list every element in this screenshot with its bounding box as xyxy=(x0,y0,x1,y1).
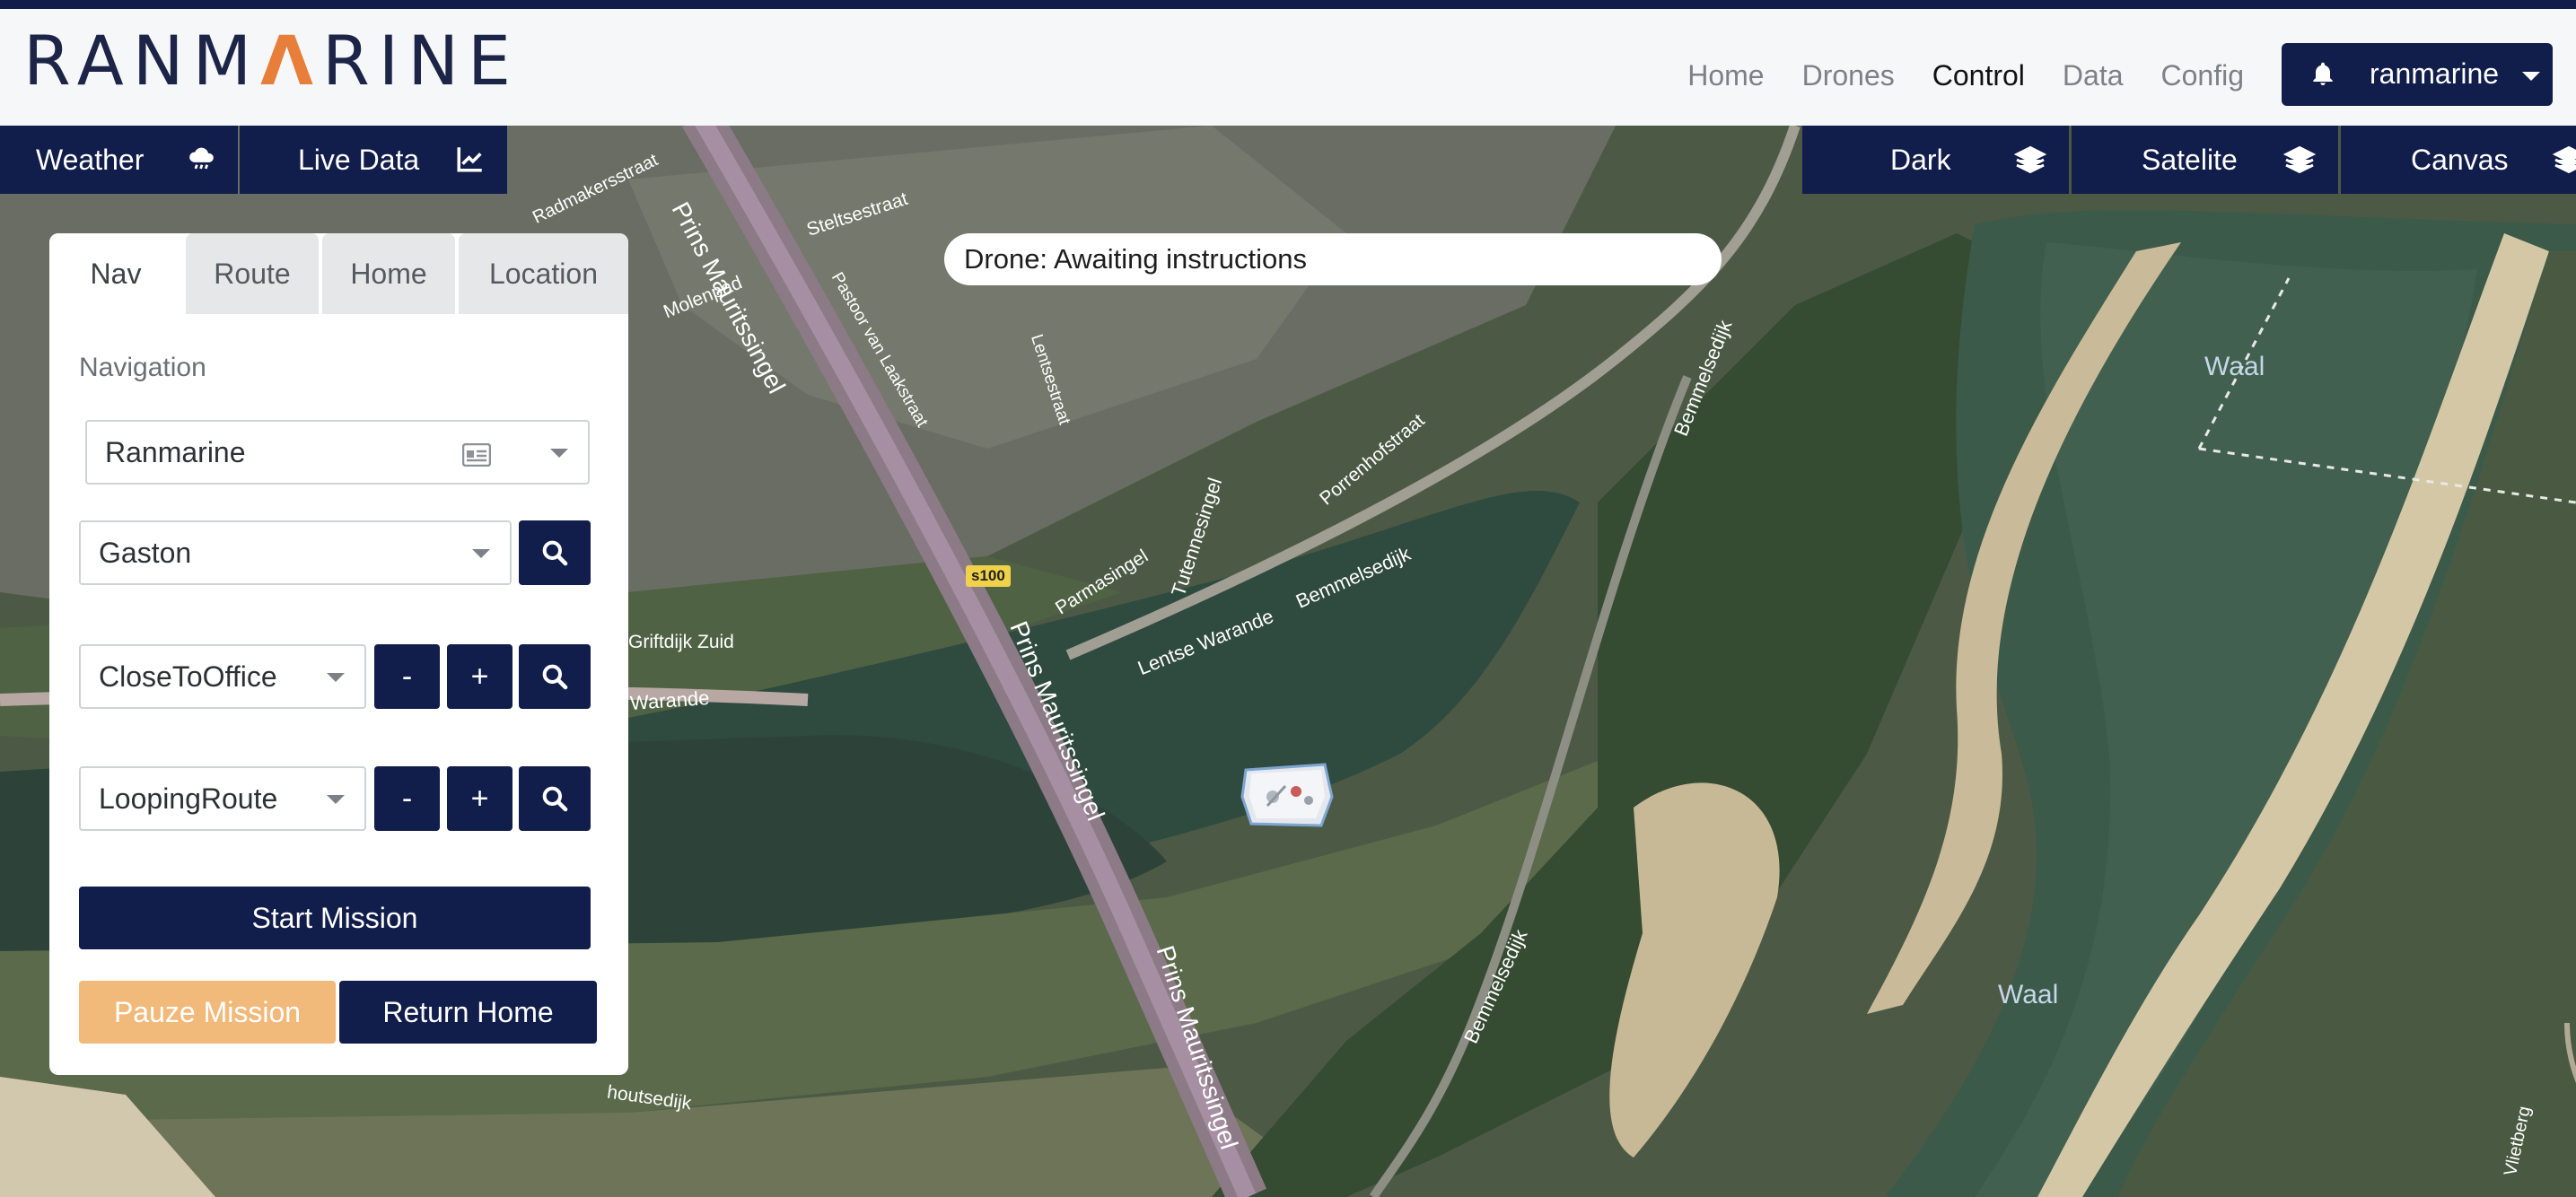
chevron-down-icon xyxy=(2522,72,2540,81)
search-icon xyxy=(542,786,568,812)
nav-config[interactable]: Config xyxy=(2161,57,2245,93)
main-nav: Home Drones Control Data Config ranmarin… xyxy=(1687,43,2576,106)
location-plus-button[interactable]: + xyxy=(447,644,513,709)
chart-line-icon xyxy=(457,147,482,172)
map-label-water: Waal xyxy=(2204,352,2265,381)
layers-icon xyxy=(2014,145,2046,174)
return-home-button[interactable]: Return Home xyxy=(339,981,597,1044)
cloud-rain-icon xyxy=(189,147,214,170)
top-accent-bar xyxy=(0,0,2576,9)
start-mission-button[interactable]: Start Mission xyxy=(79,887,591,949)
search-route-button[interactable] xyxy=(519,766,591,831)
map-label-street: Griftdijk Zuid xyxy=(628,632,734,652)
user-menu-button[interactable]: ranmarine xyxy=(2282,43,2553,106)
location-select[interactable]: CloseToOffice xyxy=(79,644,366,709)
live-data-button[interactable]: Live Data xyxy=(240,126,507,194)
layers-icon xyxy=(2553,145,2576,174)
tab-route[interactable]: Route xyxy=(186,233,319,314)
id-card-icon xyxy=(462,443,491,467)
road-shield: s100 xyxy=(966,565,1011,587)
tab-location[interactable]: Location xyxy=(459,233,628,314)
tab-home[interactable]: Home xyxy=(322,233,455,314)
app-header: RANMΛRINE Home Drones Control Data Confi… xyxy=(0,9,2576,126)
route-minus-button[interactable]: - xyxy=(374,766,440,831)
search-location-button[interactable] xyxy=(519,644,591,709)
bell-icon xyxy=(2313,62,2333,85)
search-icon xyxy=(542,664,568,690)
mission-control-panel: Nav Route Home Location Navigation Ranma… xyxy=(49,233,628,1075)
pause-mission-button[interactable]: Pauze Mission xyxy=(79,981,336,1044)
canvas-layer-button[interactable]: Canvas xyxy=(2341,126,2576,194)
search-drone-button[interactable] xyxy=(519,520,591,585)
satelite-layer-button[interactable]: Satelite xyxy=(2072,126,2338,194)
section-title: Navigation xyxy=(79,353,206,382)
brand-logo[interactable]: RANMΛRINE xyxy=(23,25,520,97)
chevron-down-icon xyxy=(550,449,568,458)
drone-status-bar: Drone: Awaiting instructions xyxy=(944,233,1722,285)
map-label-water: Waal xyxy=(1998,980,2059,1009)
chevron-down-icon xyxy=(327,673,345,682)
user-name: ranmarine xyxy=(2370,57,2500,90)
route-plus-button[interactable]: + xyxy=(447,766,513,831)
site-select[interactable]: Ranmarine xyxy=(85,420,590,485)
nav-data[interactable]: Data xyxy=(2063,57,2124,93)
nav-home[interactable]: Home xyxy=(1687,57,1764,93)
weather-button[interactable]: Weather xyxy=(0,126,238,194)
tab-nav[interactable]: Nav xyxy=(49,233,182,314)
panel-tabs: Nav Route Home Location xyxy=(49,233,628,314)
drone-marker[interactable] xyxy=(1239,761,1337,833)
chevron-down-icon xyxy=(472,549,490,558)
logo-accent: Λ xyxy=(260,21,322,100)
layers-icon xyxy=(2283,145,2316,174)
location-minus-button[interactable]: - xyxy=(374,644,440,709)
drone-select[interactable]: Gaston xyxy=(79,520,512,585)
nav-control[interactable]: Control xyxy=(1932,57,2025,93)
search-icon xyxy=(542,540,568,566)
chevron-down-icon xyxy=(327,795,345,804)
nav-drones[interactable]: Drones xyxy=(1802,57,1895,93)
route-select[interactable]: LoopingRoute xyxy=(79,766,366,831)
dark-layer-button[interactable]: Dark xyxy=(1802,126,2069,194)
